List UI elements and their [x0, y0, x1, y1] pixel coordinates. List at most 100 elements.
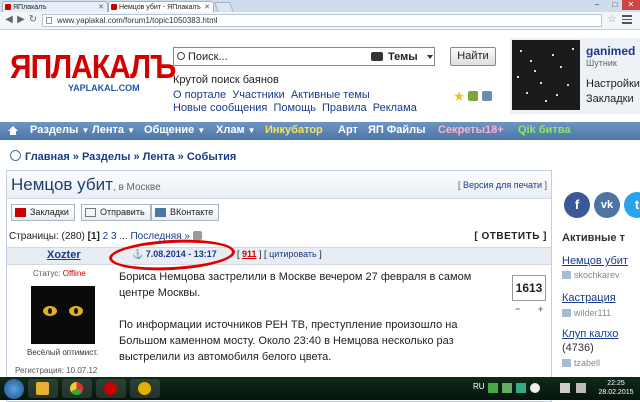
facebook-icon[interactable]: f	[564, 192, 590, 218]
profile-settings-link[interactable]: Настройки	[586, 78, 640, 90]
reply-button[interactable]: [ ОТВЕТИТЬ ]	[474, 231, 547, 242]
breadcrumb-events[interactable]: События	[187, 151, 236, 163]
sidebar-topic-link[interactable]: Кастрация	[562, 292, 616, 304]
user-status: Статус: Offline	[33, 269, 86, 278]
topic-header: Немцов убит, в Москве [ Версия для печат…	[7, 171, 551, 199]
breadcrumb-icon	[10, 150, 21, 161]
page-ellipsis: ...	[119, 231, 128, 242]
avatar[interactable]	[31, 286, 95, 344]
page-current: [1]	[87, 231, 100, 242]
sidebar-topic-count: (4736)	[562, 342, 594, 354]
minimize-icon[interactable]: –	[588, 0, 606, 10]
post-author[interactable]: Xozter	[47, 249, 81, 261]
post-body: Бориса Немцова застрелили в Москве вечер…	[119, 269, 504, 381]
page-dropdown-icon[interactable]	[192, 231, 202, 240]
close-tab-icon[interactable]: ✕	[204, 2, 210, 12]
nav-item-secrets[interactable]: Секреты18+	[438, 124, 504, 136]
home-icon[interactable]	[8, 126, 18, 135]
taskbar-opera[interactable]	[96, 379, 126, 398]
nav-item-files[interactable]: ЯП Файлы	[368, 124, 426, 136]
link-members[interactable]: Участники	[232, 89, 285, 101]
link-active-topics[interactable]: Активные темы	[291, 89, 370, 101]
close-tab-icon[interactable]: ✕	[98, 2, 104, 12]
quote-link[interactable]: цитировать	[269, 249, 317, 259]
back-arrow-icon[interactable]: ◀	[3, 14, 15, 26]
tray-icon[interactable]	[530, 383, 540, 393]
search-scope-select[interactable]: Темы	[388, 51, 418, 63]
header-links: О портале Участники Активные темы Новые …	[173, 89, 420, 115]
nav-item-art[interactable]: Арт	[338, 124, 358, 136]
forward-arrow-icon[interactable]: ▶	[15, 14, 27, 26]
address-bar[interactable]: www.yaplakal.com/forum1/topic1050383.htm…	[42, 14, 602, 27]
close-window-icon[interactable]: ✕	[622, 0, 640, 10]
breadcrumb-sections[interactable]: Разделы	[82, 151, 130, 163]
nav-item-qik[interactable]: Qik битва	[518, 124, 570, 136]
link-ads[interactable]: Реклама	[373, 102, 417, 114]
nav-item-sections[interactable]: Разделы ▼	[30, 124, 89, 136]
site-favicon-icon	[5, 4, 11, 10]
post-paragraph: Бориса Немцова застрелили в Москве вечер…	[119, 271, 472, 299]
user-motto: Весёлый оптимист.	[27, 348, 99, 357]
sidebar-topic-link[interactable]: Немцов убит	[562, 255, 628, 267]
nav-item-incubator[interactable]: Инкубатор	[265, 124, 323, 136]
plus-icon[interactable]	[468, 91, 478, 101]
vote-down-icon[interactable]: −	[515, 304, 520, 314]
search-button[interactable]: Найти	[450, 47, 496, 66]
taskbar-explorer[interactable]	[28, 379, 58, 398]
link-rules[interactable]: Правила	[322, 102, 367, 114]
search-box[interactable]: Поиск... Темы	[173, 47, 435, 66]
nav-item-junk[interactable]: Хлам ▼	[216, 124, 256, 136]
volume-icon[interactable]	[576, 383, 586, 393]
vote-up-icon[interactable]: +	[538, 304, 543, 314]
breadcrumb-feed[interactable]: Лента	[143, 151, 175, 163]
share-bookmarks-button[interactable]: Закладки	[11, 204, 75, 221]
vk-icon[interactable]: vk	[594, 192, 620, 218]
reload-icon[interactable]: ↻	[27, 14, 39, 26]
page-3[interactable]: 3	[111, 231, 117, 242]
language-indicator[interactable]: RU	[473, 382, 485, 391]
start-button[interactable]	[4, 379, 24, 399]
network-icon[interactable]	[560, 383, 570, 393]
link-new-messages[interactable]: Новые сообщения	[173, 102, 267, 114]
avatar[interactable]	[512, 40, 580, 110]
sidebar-topic-author[interactable]: tzabell	[562, 358, 600, 368]
windows-taskbar: RU 22:25 28.02.2015	[0, 377, 640, 400]
share-vk-button[interactable]: ВКонтакте	[151, 204, 220, 221]
page-2[interactable]: 2	[103, 231, 109, 242]
tray-icon[interactable]	[516, 383, 526, 393]
twitter-icon[interactable]: t	[624, 192, 640, 218]
red-circle-annotation	[108, 236, 236, 274]
taskbar-app[interactable]	[130, 379, 160, 398]
camera-icon[interactable]	[371, 52, 383, 61]
sidebar-topic-author[interactable]: wilder111	[562, 308, 611, 318]
system-clock[interactable]: 22:25 28.02.2015	[596, 379, 636, 397]
browser-menu-icon[interactable]	[622, 15, 632, 24]
eye-icon	[69, 306, 83, 316]
nav-item-chat[interactable]: Общение ▼	[144, 124, 205, 136]
browser-tab-yaplakal[interactable]: ЯПлакалъ ✕	[2, 1, 108, 12]
breadcrumb-home[interactable]: Главная	[25, 151, 70, 163]
profile-bookmarks-link[interactable]: Закладки	[586, 93, 634, 105]
star-icon[interactable]	[454, 91, 464, 101]
status-badge: Offline	[62, 269, 86, 278]
tray-icon[interactable]	[488, 383, 498, 393]
sidebar-topic-link[interactable]: Клуп калхо	[562, 328, 618, 340]
tray-icon[interactable]	[502, 383, 512, 393]
search-input[interactable]: Поиск...	[188, 51, 228, 63]
profile-name[interactable]: ganimed	[586, 44, 635, 58]
nav-item-feed[interactable]: Лента ▼	[92, 124, 135, 136]
bookmark-star-icon[interactable]: ☆	[606, 14, 618, 26]
logo-text: ЯПЛАКАЛЪ	[10, 49, 176, 86]
site-favicon-icon	[111, 4, 117, 10]
share-send-button[interactable]: Отправить	[81, 204, 151, 221]
taskbar-chrome[interactable]	[62, 379, 92, 398]
link-help[interactable]: Помощь	[273, 102, 316, 114]
link-about[interactable]: О портале	[173, 89, 226, 101]
sidebar-topic-author[interactable]: skochkarev	[562, 270, 620, 280]
eye-icon	[43, 306, 57, 316]
rss-icon[interactable]	[482, 91, 492, 101]
browser-tab-topic[interactable]: Немцов убит - ЯПлакалъ ✕	[108, 1, 214, 12]
post-number-link[interactable]: 911	[242, 249, 257, 259]
site-logo[interactable]: ЯПЛАКАЛЪ YAPLAKAL.COM	[10, 49, 176, 100]
print-version-link[interactable]: [ Версия для печати ]	[458, 180, 547, 190]
